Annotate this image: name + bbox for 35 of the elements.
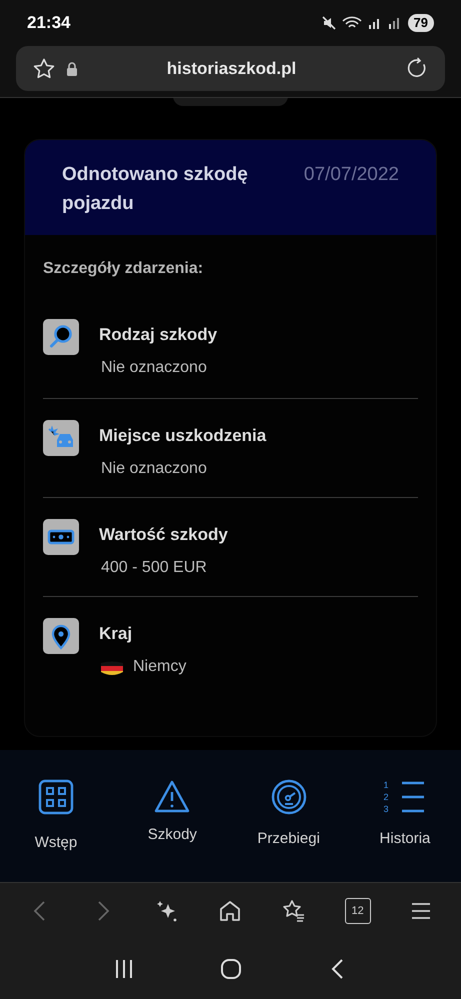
detail-value: Nie oznaczono [101, 459, 207, 479]
nav-tab[interactable]: 1 2 3 Historia [356, 778, 453, 850]
nav-tab[interactable]: Wstęp [8, 778, 104, 854]
banknote-icon [43, 519, 79, 555]
detail-value: Niemcy [133, 657, 186, 677]
battery-indicator: 79 [408, 14, 434, 32]
nav-tab[interactable]: Przebiegi [240, 778, 337, 850]
detail-value: 400 - 500 EUR [101, 558, 207, 578]
detail-label: Wartość szkody [99, 524, 228, 546]
wifi-icon [342, 16, 362, 30]
mute-icon [322, 16, 336, 30]
detail-label: Kraj [99, 623, 134, 645]
detail-value: Nie oznaczono [101, 358, 207, 378]
signal-icon [368, 17, 382, 29]
location-pin-icon [43, 618, 79, 654]
card-title: Odnotowano szkodę pojazdu [62, 163, 249, 216]
detail-label: Miejsce uszkodzenia [99, 425, 266, 447]
home-button-icon[interactable] [220, 958, 242, 980]
address-bar[interactable]: historiaszkod.pl [16, 46, 445, 91]
list-number: 1 2 3 [383, 779, 388, 815]
damage-date: 07/07/2022 [304, 163, 399, 187]
gauge-icon [270, 779, 307, 815]
dashboard-icon [38, 779, 74, 815]
nav-tab[interactable]: Szkody [124, 778, 220, 846]
warning-icon [154, 779, 190, 815]
signal-icon [388, 17, 402, 29]
url-text: historiaszkod.pl [166, 58, 298, 80]
clock-time: 21:34 [27, 12, 70, 34]
star-icon[interactable] [32, 56, 56, 80]
car-crash-icon [43, 420, 79, 456]
detail-label: Rodzaj szkody [99, 324, 218, 346]
tabs-button[interactable]: 12 [344, 898, 371, 924]
section-label: Szczegóły zdarzenia: [43, 259, 204, 279]
lock-icon [66, 62, 78, 76]
search-icon [43, 319, 79, 355]
